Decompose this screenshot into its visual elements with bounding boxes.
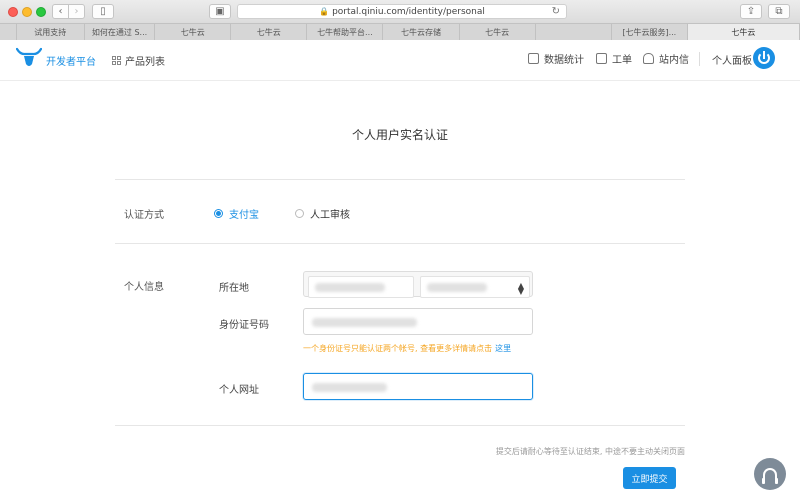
auth-method-label: 认证方式 — [124, 210, 164, 221]
nav-messages[interactable]: 站内信 — [643, 51, 689, 66]
id-number-label: 身份证号码 — [219, 320, 269, 331]
products-label: 产品列表 — [125, 57, 165, 68]
section-divider — [115, 179, 685, 180]
id-hint: 一个身份证号只能认证两个帐号, 查看更多详情请点击 这里 — [303, 343, 511, 354]
id-hint-link[interactable]: 这里 — [495, 344, 511, 353]
location-select-group: ▲ ▼ — [303, 271, 533, 298]
id-hint-text: 一个身份证号只能认证两个帐号, 查看更多详情请点击 — [303, 344, 493, 353]
close-window-button[interactable] — [8, 7, 18, 17]
headset-icon — [762, 468, 778, 484]
url-text: portal.qiniu.com/identity/personal — [332, 6, 485, 17]
browser-tab[interactable]: 七牛帮助平台... — [307, 24, 384, 40]
qiniu-logo-icon[interactable] — [16, 47, 42, 69]
website-input[interactable] — [303, 373, 533, 400]
header-divider — [699, 52, 700, 66]
browser-tab[interactable]: 试用支持 — [17, 24, 85, 40]
browser-chrome: ‹ › ▯ ▣ 🔒 portal.qiniu.com/identity/pers… — [0, 0, 800, 40]
browser-tab[interactable] — [536, 24, 612, 40]
share-button[interactable]: ⇪ — [740, 4, 762, 19]
browser-tab[interactable]: 七牛云 — [231, 24, 308, 40]
clipboard-icon — [596, 53, 607, 64]
nav-messages-label: 站内信 — [659, 55, 689, 66]
radio-manual-review[interactable]: 人工审核 — [295, 206, 350, 221]
bell-icon — [643, 53, 654, 64]
reload-icon[interactable]: ↻ — [552, 6, 560, 17]
sidebar-icon: ▯ — [100, 6, 106, 17]
section-divider — [115, 425, 685, 426]
share-icon: ⇪ — [746, 6, 756, 17]
lock-icon: 🔒 — [319, 7, 330, 16]
id-number-input[interactable] — [303, 308, 533, 335]
radio-alipay[interactable]: 支付宝 — [214, 206, 259, 221]
back-button[interactable]: ‹ — [52, 4, 69, 19]
chevron-left-icon: ‹ — [58, 6, 63, 17]
radio-alipay-label: 支付宝 — [229, 210, 259, 221]
city-select[interactable]: ▲ ▼ — [420, 276, 530, 298]
nav-tickets-label: 工单 — [612, 55, 632, 66]
forward-button[interactable]: › — [68, 4, 85, 19]
submit-note: 提交后请耐心等待至认证结束, 中途不要主动关闭页面 — [495, 447, 685, 456]
browser-tab[interactable]: [七牛云服务]... — [612, 24, 688, 40]
nav-data-stats-label: 数据统计 — [544, 55, 584, 66]
province-select[interactable] — [308, 276, 414, 298]
nav-data-stats[interactable]: 数据统计 — [528, 51, 584, 66]
browser-tab[interactable]: 七牛云存储 — [383, 24, 460, 40]
chart-icon — [528, 53, 539, 64]
personal-info-label: 个人信息 — [124, 282, 164, 293]
minimize-window-button[interactable] — [22, 7, 32, 17]
select-arrows-icon: ▲ ▼ — [517, 281, 524, 296]
power-icon[interactable] — [753, 47, 775, 69]
help-chat-button[interactable] — [754, 458, 786, 490]
brand-title[interactable]: 开发者平台 — [46, 53, 96, 68]
browser-tab[interactable]: 七牛云 — [155, 24, 232, 40]
location-label: 所在地 — [219, 283, 249, 294]
personal-panel-link[interactable]: 个人面板 — [712, 52, 752, 67]
zoom-window-button[interactable] — [36, 7, 46, 17]
page-title: 个人用户实名认证 — [351, 128, 448, 142]
website-label: 个人网址 — [219, 385, 259, 396]
site-header: 开发者平台 产品列表 数据统计 工单 站内信 个人面板 — [0, 40, 800, 81]
reader-button[interactable]: ▣ — [209, 4, 231, 19]
show-tabs-button[interactable]: ⧉ — [768, 4, 790, 19]
tab-bar: 试用支持 如何在通过 S... 七牛云 七牛云 七牛帮助平台... 七牛云存储 … — [0, 23, 800, 40]
radio-checked-icon — [214, 209, 223, 218]
products-menu[interactable]: 产品列表 — [112, 53, 165, 68]
radio-manual-review-label: 人工审核 — [310, 210, 350, 221]
radio-unchecked-icon — [295, 209, 304, 218]
submit-button[interactable]: 立即提交 — [623, 467, 676, 489]
browser-tab[interactable]: 如何在通过 S... — [85, 24, 156, 40]
browser-toolbar: ‹ › ▯ ▣ 🔒 portal.qiniu.com/identity/pers… — [0, 0, 800, 23]
address-bar[interactable]: 🔒 portal.qiniu.com/identity/personal ↻ — [237, 4, 567, 19]
browser-tab-active[interactable]: 七牛云 — [687, 24, 800, 40]
browser-tab[interactable]: 七牛云 — [460, 24, 536, 40]
nav-tickets[interactable]: 工单 — [596, 51, 632, 66]
browser-tab[interactable] — [0, 24, 17, 40]
chevron-right-icon: › — [74, 6, 79, 17]
grid-icon — [112, 56, 121, 65]
reader-icon: ▣ — [215, 6, 225, 17]
section-divider — [115, 243, 685, 244]
tabs-icon: ⧉ — [775, 6, 783, 17]
sidebar-toggle-button[interactable]: ▯ — [92, 4, 114, 19]
